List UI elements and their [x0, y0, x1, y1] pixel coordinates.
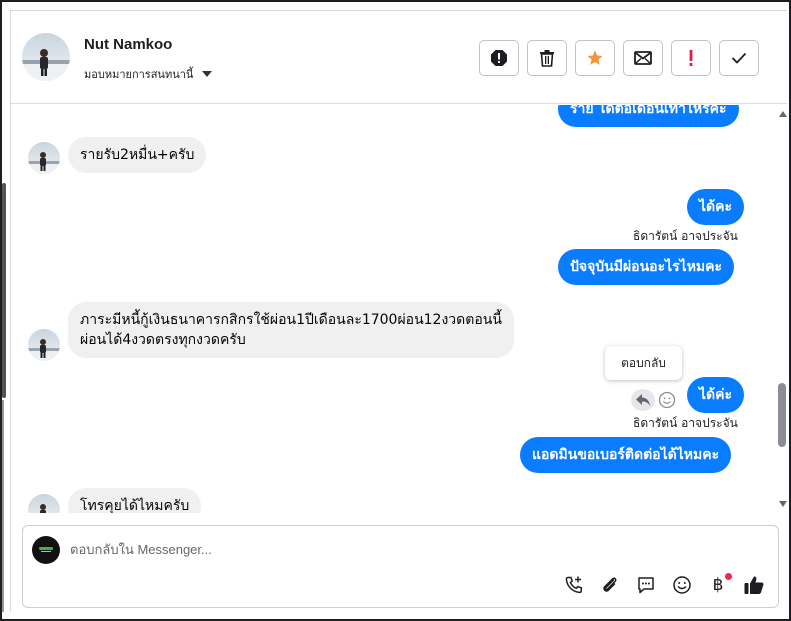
caret-down-icon — [202, 71, 213, 77]
left-edge-line — [2, 400, 4, 612]
emoji-icon — [673, 576, 691, 594]
message-composer: ฿ — [22, 525, 779, 608]
delete-button[interactable] — [527, 40, 567, 76]
message-thread[interactable]: ราย ได้ต่อเดือนเท่าไหร่คะ รายรับ2หมื่น+ค… — [11, 105, 777, 513]
message-incoming[interactable]: โทรคุยได้ไหมครับ — [68, 488, 202, 513]
contact-name[interactable]: Nut Namkoo — [84, 36, 172, 53]
like-button[interactable] — [742, 573, 766, 597]
star-button[interactable] — [575, 40, 615, 76]
message-outgoing[interactable]: ได้ค่ะ — [687, 377, 745, 413]
like-icon — [744, 576, 764, 594]
scroll-down-arrow-icon[interactable] — [779, 501, 787, 507]
reply-tooltip: ตอบกลับ — [605, 346, 682, 380]
message-outgoing[interactable]: ได้คะ — [687, 189, 745, 225]
emoji-button[interactable] — [670, 573, 694, 597]
reply-icon — [636, 394, 650, 406]
assign-label: มอบหมายการสนทนานี้ — [84, 68, 194, 81]
mark-done-button[interactable] — [719, 40, 759, 76]
payment-button[interactable]: ฿ — [706, 573, 732, 597]
mark-unread-button[interactable] — [623, 40, 663, 76]
message-line: ผ่อนได้4งวดตรงทุกงวดครับ — [80, 332, 246, 348]
header-actions — [479, 40, 759, 76]
conversation-header: Nut Namkoo มอบหมายการสนทนานี้ — [11, 11, 787, 104]
saved-replies-button[interactable] — [634, 573, 658, 597]
page-avatar — [32, 536, 60, 564]
emoji-icon — [658, 391, 676, 409]
contact-avatar-small — [28, 142, 60, 174]
react-button[interactable] — [657, 390, 677, 410]
mark-spam-button[interactable] — [479, 40, 519, 76]
follow-up-button[interactable] — [671, 40, 711, 76]
scrollbar-thumb[interactable] — [778, 383, 786, 447]
left-scroll-indicator — [2, 183, 6, 398]
message-incoming[interactable]: รายรับ2หมื่น+ครับ — [68, 137, 207, 173]
contact-avatar-small — [28, 329, 60, 361]
star-icon — [587, 50, 603, 65]
message-outgoing[interactable]: แอดมินขอเบอร์ติดต่อได้ไหมคะ — [520, 437, 732, 473]
message-outgoing[interactable]: ราย ได้ต่อเดือนเท่าไหร่คะ — [558, 105, 739, 127]
composer-tools: ฿ — [562, 573, 766, 597]
call-button[interactable] — [562, 573, 586, 597]
paperclip-icon — [603, 577, 617, 592]
baht-icon: ฿ — [712, 575, 724, 595]
thread-scrollbar[interactable] — [777, 105, 787, 513]
envelope-icon — [634, 51, 652, 65]
scroll-up-arrow-icon[interactable] — [779, 111, 787, 117]
check-icon — [731, 52, 747, 64]
alert-octagon-icon — [491, 50, 507, 66]
reply-button[interactable] — [631, 389, 655, 411]
exclamation-icon — [689, 50, 693, 66]
notification-dot — [725, 573, 732, 580]
assign-conversation-dropdown[interactable]: มอบหมายการสนทนานี้ — [84, 65, 213, 83]
sender-name: ธิดารัตน์ อาจประจัน — [633, 416, 738, 430]
message-outgoing[interactable]: ปัจจุบันมีผ่อนอะไรไหมคะ — [558, 249, 735, 285]
call-add-icon — [565, 576, 583, 594]
trash-icon — [540, 50, 554, 67]
message-line: ภาระมีหนี้กู้เงินธนาคารกสิกรใช้ผ่อน1ปีเด… — [80, 312, 502, 328]
saved-reply-icon — [638, 577, 654, 594]
contact-avatar-small — [28, 494, 60, 513]
attach-button[interactable] — [598, 573, 622, 597]
contact-avatar[interactable] — [22, 33, 70, 81]
sender-name: ธิดารัตน์ อาจประจัน — [633, 229, 738, 243]
message-incoming[interactable]: ภาระมีหนี้กู้เงินธนาคารกสิกรใช้ผ่อน1ปีเด… — [68, 302, 514, 358]
message-input[interactable] — [70, 538, 750, 560]
